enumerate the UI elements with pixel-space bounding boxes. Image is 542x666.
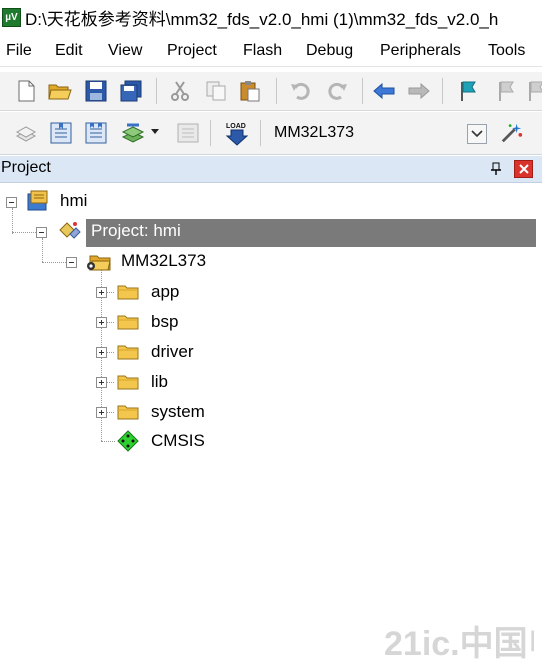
tree-connector bbox=[12, 208, 13, 234]
toolbar-separator bbox=[362, 78, 363, 104]
menu-project[interactable]: Project bbox=[167, 42, 217, 60]
target-select-value: MM32L373 bbox=[274, 124, 355, 141]
folder-icon bbox=[117, 405, 139, 420]
project-panel-header: Project bbox=[0, 156, 542, 183]
tree-group-driver[interactable]: driver bbox=[151, 339, 194, 365]
target-options-wand-icon[interactable] bbox=[500, 121, 524, 145]
project-tree bbox=[0, 183, 542, 666]
new-file-icon[interactable] bbox=[14, 79, 38, 103]
folder-icon bbox=[117, 375, 139, 390]
tree-root-label: hmi bbox=[60, 191, 88, 210]
tree-collapse-toggle[interactable] bbox=[36, 227, 47, 238]
open-folder-icon[interactable] bbox=[48, 79, 72, 103]
stop-build-icon[interactable] bbox=[176, 121, 200, 145]
tree-collapse-toggle[interactable] bbox=[66, 257, 77, 268]
menu-file[interactable]: File bbox=[6, 42, 32, 60]
bookmark-flag-icon[interactable] bbox=[456, 79, 480, 103]
undo-icon[interactable] bbox=[288, 79, 312, 103]
project-target-icon bbox=[56, 217, 82, 243]
folder-icon bbox=[117, 315, 139, 330]
tree-target-node[interactable]: MM32L373 bbox=[121, 248, 206, 274]
close-icon[interactable] bbox=[514, 160, 533, 178]
tree-group-label: driver bbox=[151, 342, 194, 361]
folder-icon bbox=[117, 285, 139, 300]
tree-group-label: app bbox=[151, 282, 180, 301]
menu-edit[interactable]: Edit bbox=[55, 42, 83, 60]
tree-group-bsp[interactable]: bsp bbox=[151, 309, 178, 335]
save-icon[interactable] bbox=[84, 79, 108, 103]
chevron-down-icon bbox=[471, 130, 483, 138]
build-toolbar: LOAD MM32L373 bbox=[0, 112, 542, 155]
tree-expand-toggle[interactable] bbox=[96, 407, 107, 418]
tree-group-label: system bbox=[151, 402, 205, 421]
menu-bar: File Edit View Project Flash Debug Perip… bbox=[0, 36, 542, 67]
tree-expand-toggle[interactable] bbox=[96, 347, 107, 358]
cmsis-component-icon bbox=[117, 430, 139, 452]
prev-bookmark-icon[interactable] bbox=[494, 79, 518, 103]
menu-peripherals[interactable]: Peripherals bbox=[380, 42, 461, 60]
tree-connector bbox=[106, 382, 114, 383]
tree-connector bbox=[42, 238, 43, 262]
tree-connector bbox=[106, 292, 114, 293]
tree-connector bbox=[101, 441, 115, 442]
copy-icon[interactable] bbox=[204, 79, 228, 103]
tree-connector bbox=[42, 262, 68, 263]
tree-component-label: CMSIS bbox=[151, 431, 205, 450]
cut-icon[interactable] bbox=[168, 79, 192, 103]
paste-icon[interactable] bbox=[238, 79, 262, 103]
translate-icon[interactable] bbox=[14, 121, 38, 145]
tree-expand-toggle[interactable] bbox=[96, 377, 107, 388]
redo-icon[interactable] bbox=[326, 79, 350, 103]
toolbar-separator bbox=[210, 120, 211, 146]
menu-flash[interactable]: Flash bbox=[243, 42, 282, 60]
tree-project-label: Project: hmi bbox=[91, 221, 181, 240]
pin-icon[interactable] bbox=[486, 159, 506, 179]
tree-target-label: MM32L373 bbox=[121, 251, 207, 270]
toolbar-separator bbox=[276, 78, 277, 104]
folder-icon bbox=[117, 345, 139, 360]
tree-connector bbox=[106, 412, 114, 413]
load-text: LOAD bbox=[226, 123, 246, 130]
download-load-icon[interactable]: LOAD bbox=[223, 120, 251, 146]
target-folder-icon bbox=[84, 249, 112, 275]
target-dropdown-button[interactable] bbox=[467, 124, 487, 144]
next-bookmark-icon[interactable] bbox=[524, 79, 542, 103]
rebuild-icon[interactable] bbox=[84, 121, 108, 145]
menu-debug[interactable]: Debug bbox=[306, 42, 353, 60]
save-all-icon[interactable] bbox=[119, 79, 143, 103]
chevron-down-icon[interactable] bbox=[148, 124, 162, 138]
tree-connector bbox=[12, 232, 38, 233]
tree-group-lib[interactable]: lib bbox=[151, 369, 168, 395]
navigate-forward-icon[interactable] bbox=[407, 79, 431, 103]
tree-group-label: bsp bbox=[151, 312, 179, 331]
menu-view[interactable]: View bbox=[108, 42, 142, 60]
tree-expand-toggle[interactable] bbox=[96, 287, 107, 298]
tree-root-hmi[interactable]: hmi bbox=[60, 188, 87, 214]
tree-collapse-toggle[interactable] bbox=[6, 197, 17, 208]
workspace-icon bbox=[26, 188, 52, 214]
standard-toolbar bbox=[0, 72, 542, 111]
tree-connector bbox=[106, 352, 114, 353]
menu-tools[interactable]: Tools bbox=[488, 42, 525, 60]
tree-expand-toggle[interactable] bbox=[96, 317, 107, 328]
title-bar: µV D:\天花板参考资料\mm32_fds_v2.0_hmi (1)\mm32… bbox=[0, 0, 542, 34]
batch-build-icon[interactable] bbox=[121, 121, 145, 145]
uvision-window: µV D:\天花板参考资料\mm32_fds_v2.0_hmi (1)\mm32… bbox=[0, 0, 542, 666]
tree-connector bbox=[106, 322, 114, 323]
keil-app-icon: µV bbox=[2, 7, 21, 27]
toolbar-separator bbox=[156, 78, 157, 104]
target-select[interactable]: MM32L373 bbox=[268, 120, 490, 146]
tree-group-label: lib bbox=[151, 372, 169, 391]
tree-group-app[interactable]: app bbox=[151, 279, 179, 305]
navigate-back-icon[interactable] bbox=[372, 79, 396, 103]
toolbar-separator bbox=[260, 120, 261, 146]
watermark-logo: 21ic.中国电子网 bbox=[384, 625, 534, 660]
build-icon[interactable] bbox=[49, 121, 73, 145]
window-title: D:\天花板参考资料\mm32_fds_v2.0_hmi (1)\mm32_fd… bbox=[25, 9, 499, 29]
tree-group-system[interactable]: system bbox=[151, 399, 205, 425]
tree-component-cmsis[interactable]: CMSIS bbox=[151, 428, 205, 454]
panel-title: Project bbox=[1, 159, 51, 176]
toolbar-separator bbox=[442, 78, 443, 104]
